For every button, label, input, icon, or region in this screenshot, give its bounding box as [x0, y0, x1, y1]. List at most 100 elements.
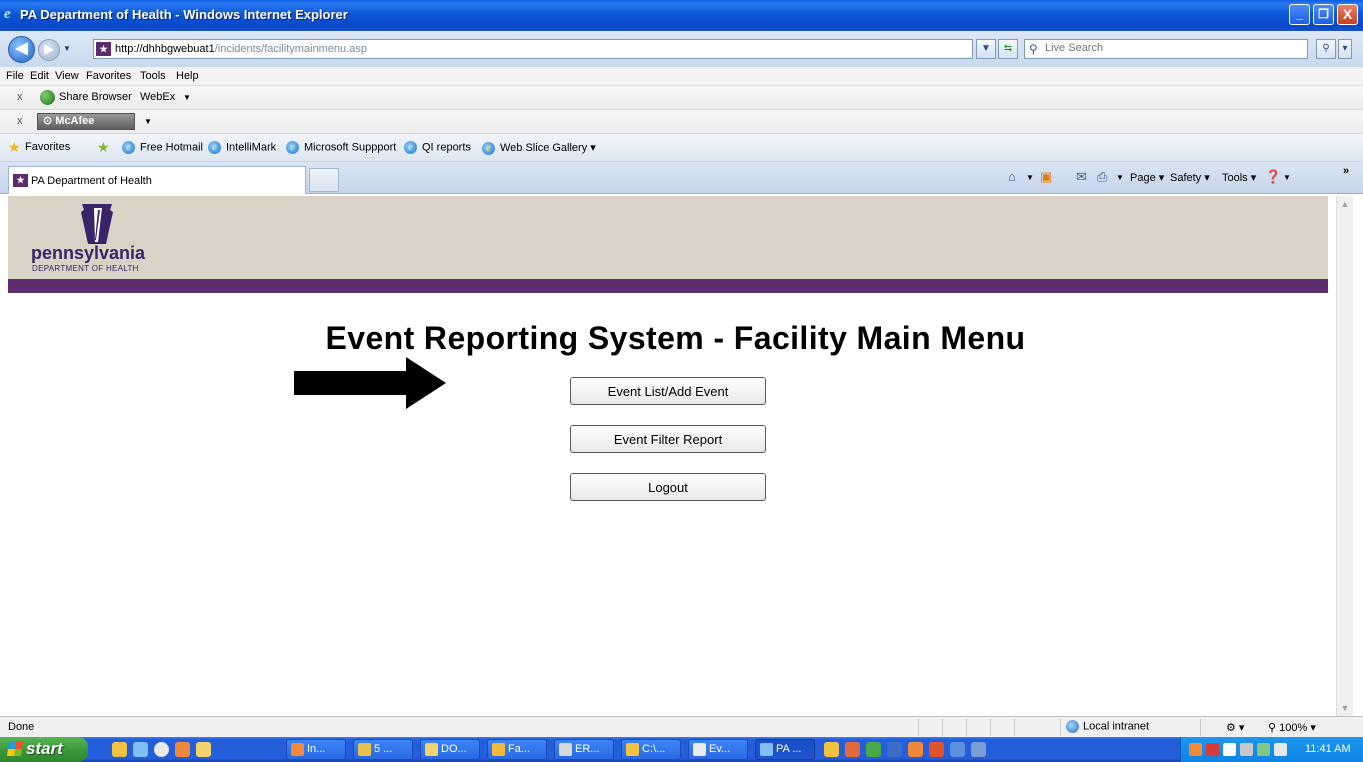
home-icon[interactable]: ⌂	[1008, 169, 1016, 184]
mcafee-button[interactable]: ⊙ McAfee	[37, 113, 135, 130]
vertical-scrollbar[interactable]: ▲ ▼	[1336, 196, 1353, 716]
ie-page-icon: e	[404, 141, 417, 154]
tray-shield-icon[interactable]	[1206, 743, 1219, 756]
search-go-button[interactable]: ⚲	[1316, 39, 1336, 59]
taskbar-app-icon[interactable]	[845, 742, 860, 757]
security-zone[interactable]: Local intranet	[1066, 720, 1149, 733]
tray-volume-icon[interactable]	[1274, 743, 1287, 756]
page-menu-button[interactable]: Page ▾	[1130, 171, 1164, 184]
ie-page-icon: e	[482, 141, 495, 155]
tab-pa-department-of-health[interactable]: ★ PA Department of Health	[8, 166, 306, 194]
search-input[interactable]	[1045, 42, 1295, 54]
forward-button[interactable]: ▶	[38, 39, 60, 61]
url-dropdown-button[interactable]: ▼	[976, 39, 996, 59]
restore-button[interactable]: ❐	[1313, 4, 1334, 25]
tray-network-icon[interactable]	[1240, 743, 1253, 756]
protected-mode-icon[interactable]: ⚙ ▾	[1226, 721, 1244, 734]
favorites-star-icon: ★	[8, 139, 21, 155]
status-divider	[966, 719, 967, 736]
fav-link-free-hotmail[interactable]: e Free Hotmail	[122, 141, 203, 154]
quicklaunch-desktop-icon[interactable]	[112, 742, 127, 757]
menu-favorites[interactable]: Favorites	[86, 70, 131, 82]
taskbar-app-icon[interactable]	[950, 742, 965, 757]
quicklaunch-media-icon[interactable]	[154, 742, 169, 757]
help-dropdown-icon[interactable]: ▼	[1283, 173, 1291, 182]
taskbar-item-active[interactable]: PA ...	[755, 739, 815, 760]
ie-icon	[760, 743, 773, 756]
tray-icon[interactable]	[1189, 743, 1202, 756]
home-dropdown-icon[interactable]: ▼	[1026, 173, 1034, 182]
toolbar-overflow-chevron[interactable]: »	[1343, 165, 1349, 177]
site-favicon-icon: ★	[13, 174, 28, 187]
taskbar-item[interactable]: Fa...	[487, 739, 547, 760]
webex-dropdown-icon[interactable]: ▼	[183, 93, 191, 102]
taskbar-app-icon[interactable]	[824, 742, 839, 757]
quicklaunch-mail-icon[interactable]	[196, 742, 211, 757]
scroll-down-icon[interactable]: ▼	[1337, 700, 1353, 716]
help-icon[interactable]: ❓	[1265, 169, 1281, 185]
mcafee-dropdown-icon[interactable]: ▼	[144, 117, 152, 126]
menu-help[interactable]: Help	[176, 70, 199, 82]
window-title: PA Department of Health - Windows Intern…	[20, 7, 348, 22]
favorites-bar: ★ Favorites ★ e Free Hotmail e IntelliMark…	[0, 134, 1363, 162]
favorites-button[interactable]: Favorites	[25, 141, 70, 153]
print-icon[interactable]: ⎙	[1097, 169, 1107, 185]
taskbar-item[interactable]: DO...	[420, 739, 480, 760]
menu-tools[interactable]: Tools	[140, 70, 166, 82]
tab-label: PA Department of Health	[31, 175, 152, 187]
history-dropdown-icon[interactable]: ▼	[63, 44, 71, 53]
refresh-button[interactable]: ⇆	[998, 39, 1018, 59]
taskbar-item[interactable]: C:\...	[621, 739, 681, 760]
quicklaunch-outlook-icon[interactable]	[175, 742, 190, 757]
toolbar-close-icon[interactable]: x	[17, 91, 23, 103]
menu-view[interactable]: View	[55, 70, 79, 82]
fav-link-web-slice-gallery[interactable]: e Web Slice Gallery ▾	[482, 141, 596, 155]
taskbar-item[interactable]: 5 ...	[353, 739, 413, 760]
status-text: Done	[8, 721, 35, 733]
minimize-button[interactable]: _	[1289, 4, 1310, 25]
tray-icon[interactable]	[1257, 743, 1270, 756]
print-dropdown-icon[interactable]: ▼	[1116, 173, 1124, 182]
windows-flag-icon	[7, 742, 23, 756]
menu-file[interactable]: File	[6, 70, 24, 82]
tray-icon[interactable]	[1223, 743, 1236, 756]
taskbar-item[interactable]: ER...	[554, 739, 614, 760]
toolbar-close-icon[interactable]: x	[17, 115, 23, 127]
taskbar-app-icon[interactable]	[971, 742, 986, 757]
webex-button[interactable]: WebEx	[140, 91, 175, 103]
new-tab-button[interactable]	[309, 168, 339, 192]
fav-link-qi-reports[interactable]: e QI reports	[404, 141, 471, 154]
event-list-add-event-button[interactable]: Event List/Add Event	[570, 377, 766, 405]
share-browser-button[interactable]: Share Browser	[59, 91, 132, 103]
taskbar-app-icon[interactable]	[866, 742, 881, 757]
search-options-icon[interactable]: ▾	[1338, 39, 1352, 59]
taskbar-item[interactable]: Ev...	[688, 739, 748, 760]
fav-link-microsoft-support[interactable]: e Microsoft Suppport	[286, 141, 396, 154]
taskbar-item[interactable]: In...	[286, 739, 346, 760]
zoom-level[interactable]: ⚲ 100% ▾	[1268, 721, 1316, 734]
taskbar-app-icon[interactable]	[887, 742, 902, 757]
fav-link-intellimark[interactable]: e IntelliMark	[208, 141, 276, 154]
event-filter-report-button[interactable]: Event Filter Report	[570, 425, 766, 453]
safety-menu-button[interactable]: Safety ▾	[1170, 171, 1210, 184]
document-icon	[559, 743, 572, 756]
close-button[interactable]: X	[1337, 4, 1358, 25]
app-icon	[492, 743, 505, 756]
arrow-pointer-icon	[294, 357, 446, 409]
scroll-up-icon[interactable]: ▲	[1337, 196, 1353, 212]
url-field[interactable]: ★ http://dhhbgwebuat1/incidents/facility…	[93, 39, 973, 59]
taskbar-app-icon[interactable]	[929, 742, 944, 757]
taskbar-app-icon[interactable]	[908, 742, 923, 757]
menu-edit[interactable]: Edit	[30, 70, 49, 82]
start-button[interactable]: start	[0, 737, 88, 762]
tools-menu-button[interactable]: Tools ▾	[1222, 171, 1256, 184]
read-mail-icon[interactable]: ✉	[1076, 169, 1087, 185]
status-bar: Done Local intranet ⚙ ▾ ⚲ 100% ▾	[0, 716, 1363, 737]
url-text[interactable]: http://dhhbgwebuat1/incidents/facilityma…	[115, 43, 367, 55]
quicklaunch-ie-icon[interactable]	[133, 742, 148, 757]
add-favorite-icon[interactable]: ★	[97, 139, 110, 156]
windows-taskbar: start In... 5 ... DO... Fa... ER... C:\.…	[0, 737, 1363, 762]
back-button[interactable]: ◀	[8, 36, 35, 63]
logout-button[interactable]: Logout	[570, 473, 766, 501]
feeds-icon[interactable]: ▣	[1040, 169, 1052, 185]
